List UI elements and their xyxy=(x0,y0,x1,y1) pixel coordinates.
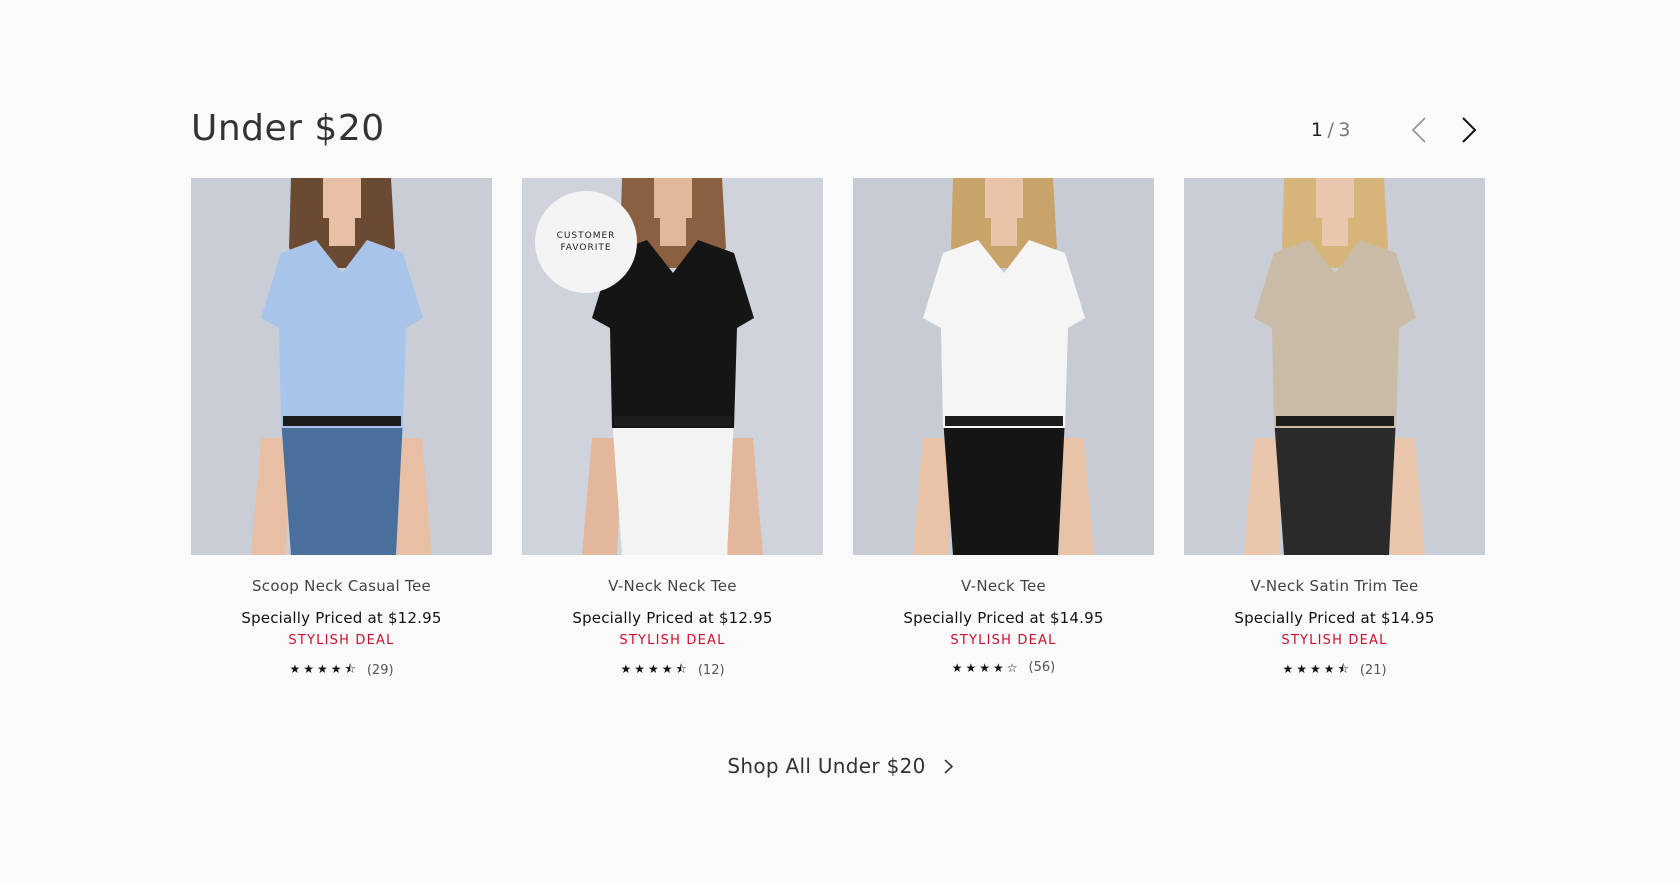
neck xyxy=(660,216,686,246)
belt xyxy=(1276,416,1394,426)
product-price: Specially Priced at $14.95 xyxy=(1234,609,1435,627)
product-rating[interactable]: ★★★★⯪ (21) xyxy=(1184,660,1485,681)
product-card[interactable]: V-Neck Satin Trim Tee Specially Priced a… xyxy=(1184,178,1485,681)
model-photo-illustration xyxy=(913,178,1094,555)
neck xyxy=(329,216,355,246)
top-garment xyxy=(261,240,423,428)
review-count: (56) xyxy=(1028,660,1056,675)
product-image[interactable] xyxy=(1184,178,1485,555)
model-photo-illustration xyxy=(1244,178,1425,555)
chevron-right-icon xyxy=(1462,117,1477,143)
product-carousel-section: Under $20 1/3 Scoop Neck Casual Tee Spec… xyxy=(0,0,1680,884)
bottoms xyxy=(943,418,1065,555)
page-indicator: 1/3 xyxy=(1311,119,1351,141)
belt xyxy=(614,416,732,426)
product-price: Specially Priced at $12.95 xyxy=(241,609,442,627)
product-name[interactable]: V-Neck Satin Trim Tee xyxy=(1184,577,1485,595)
chevron-right-icon xyxy=(944,758,953,774)
chevron-left-icon xyxy=(1411,117,1426,143)
product-price: Specially Priced at $14.95 xyxy=(903,609,1104,627)
star-rating-icon: ★★★★⯪ xyxy=(620,662,690,676)
face xyxy=(985,178,1023,218)
product-name[interactable]: V-Neck Neck Tee xyxy=(522,577,823,595)
belt xyxy=(283,416,401,426)
carousel-pager: 1/3 xyxy=(1311,112,1487,148)
belt xyxy=(945,416,1063,426)
bottoms xyxy=(281,418,403,555)
model-photo-illustration xyxy=(251,178,432,555)
star-rating-icon: ★★★★⯪ xyxy=(1282,662,1352,676)
top-garment xyxy=(923,240,1085,428)
top-garment xyxy=(1254,240,1416,428)
bottoms xyxy=(1274,418,1396,555)
badge-line: FAVORITE xyxy=(560,243,612,253)
product-rating[interactable]: ★★★★⯪ (29) xyxy=(191,660,492,681)
face xyxy=(654,178,692,218)
product-card[interactable]: V-Neck Tee Specially Priced at $14.95 ST… xyxy=(853,178,1154,681)
star-rating-icon: ★★★★⯪ xyxy=(289,662,359,676)
product-image[interactable]: CUSTOMER FAVORITE xyxy=(522,178,823,555)
current-page: 1 xyxy=(1310,119,1324,141)
deal-label: STYLISH DEAL xyxy=(619,633,726,648)
product-image[interactable] xyxy=(853,178,1154,555)
star-rating-icon: ★★★★☆ xyxy=(951,660,1021,675)
product-name[interactable]: Scoop Neck Casual Tee xyxy=(191,577,492,595)
face xyxy=(323,178,361,218)
neck xyxy=(991,216,1017,246)
shop-all-link[interactable]: Shop All Under $20 xyxy=(727,754,953,778)
carousel-header: Under $20 1/3 xyxy=(191,104,1487,154)
deal-label: STYLISH DEAL xyxy=(288,633,395,648)
deal-label: STYLISH DEAL xyxy=(950,633,1057,648)
bottoms xyxy=(612,418,734,555)
neck xyxy=(1322,216,1348,246)
page-separator: / xyxy=(1327,119,1335,141)
badge-line: CUSTOMER xyxy=(556,231,616,241)
shop-all-label: Shop All Under $20 xyxy=(727,754,926,778)
product-rating[interactable]: ★★★★☆ (56) xyxy=(853,660,1154,675)
next-button[interactable] xyxy=(1451,112,1487,148)
product-card[interactable]: CUSTOMER FAVORITE V-Neck Neck Tee Specia… xyxy=(522,178,823,681)
deal-label: STYLISH DEAL xyxy=(1281,633,1388,648)
product-price: Specially Priced at $12.95 xyxy=(572,609,773,627)
product-image[interactable] xyxy=(191,178,492,555)
review-count: (29) xyxy=(366,663,394,678)
shop-all-container: Shop All Under $20 xyxy=(0,754,1680,778)
section-title: Under $20 xyxy=(191,108,385,149)
review-count: (21) xyxy=(1359,663,1387,678)
product-card[interactable]: Scoop Neck Casual Tee Specially Priced a… xyxy=(191,178,492,681)
customer-favorite-badge: CUSTOMER FAVORITE xyxy=(535,191,637,293)
review-count: (12) xyxy=(697,663,725,678)
product-grid: Scoop Neck Casual Tee Specially Priced a… xyxy=(191,178,1485,681)
face xyxy=(1316,178,1354,218)
product-name[interactable]: V-Neck Tee xyxy=(853,577,1154,595)
product-rating[interactable]: ★★★★⯪ (12) xyxy=(522,660,823,681)
previous-button[interactable] xyxy=(1401,112,1437,148)
total-pages: 3 xyxy=(1338,119,1351,141)
